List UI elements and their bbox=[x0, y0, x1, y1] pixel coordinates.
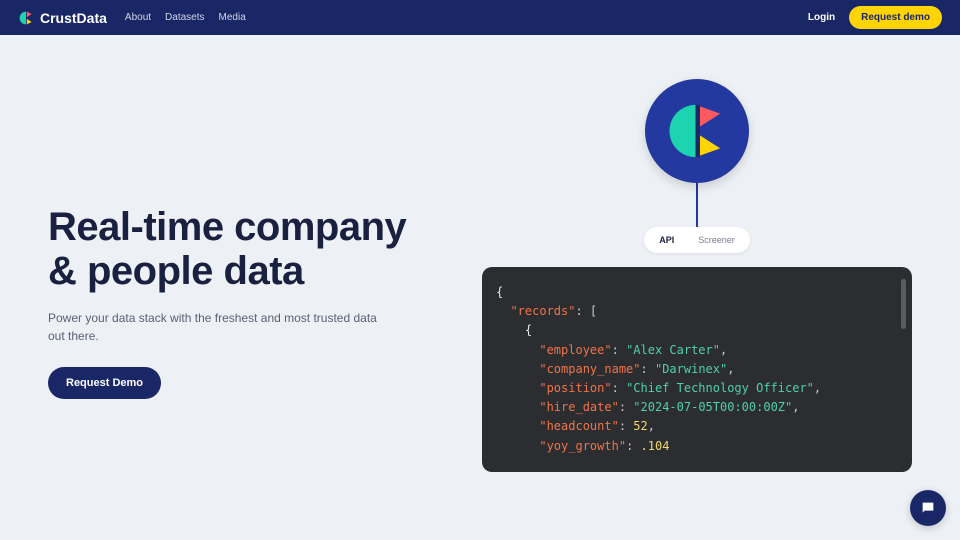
logo-orb bbox=[645, 79, 749, 183]
code-text: { bbox=[496, 285, 503, 299]
scrollbar[interactable] bbox=[901, 279, 906, 329]
chat-icon bbox=[920, 500, 936, 516]
code-text: "Darwinex" bbox=[655, 362, 727, 376]
code-text: "Alex Carter" bbox=[626, 343, 720, 357]
code-text: "headcount" bbox=[539, 419, 618, 433]
code-text: 52 bbox=[633, 419, 647, 433]
main: Real-time company & people data Power yo… bbox=[0, 35, 960, 472]
visual-section: API Screener { "records": [ { "employee"… bbox=[482, 75, 912, 472]
code-text: "Chief Technology Officer" bbox=[626, 381, 814, 395]
logo-icon bbox=[18, 10, 34, 26]
headline-line1: Real-time company bbox=[48, 205, 406, 249]
login-link[interactable]: Login bbox=[808, 12, 835, 23]
nav-about[interactable]: About bbox=[125, 12, 151, 23]
headline-line2: & people data bbox=[48, 249, 304, 293]
code-text: "company_name" bbox=[539, 362, 640, 376]
code-text: "records" bbox=[510, 304, 575, 318]
code-window: { "records": [ { "employee": "Alex Carte… bbox=[482, 267, 912, 472]
orb-logo-icon bbox=[668, 102, 726, 160]
brand-name: CrustData bbox=[40, 10, 107, 26]
header-right: Login Request demo bbox=[808, 6, 942, 29]
code-text: "yoy_growth" bbox=[539, 439, 626, 453]
logo[interactable]: CrustData bbox=[18, 10, 107, 26]
headline: Real-time company & people data bbox=[48, 205, 452, 293]
code-text: : [ bbox=[575, 304, 597, 318]
request-demo-cta[interactable]: Request Demo bbox=[48, 367, 161, 399]
connector-line bbox=[696, 181, 698, 229]
code-text: { bbox=[496, 323, 532, 337]
request-demo-button[interactable]: Request demo bbox=[849, 6, 942, 29]
tab-api[interactable]: API bbox=[647, 230, 686, 250]
code-text: .104 bbox=[641, 439, 670, 453]
header-left: CrustData About Datasets Media bbox=[18, 10, 246, 26]
hero-section: Real-time company & people data Power yo… bbox=[48, 75, 452, 472]
subtext: Power your data stack with the freshest … bbox=[48, 309, 378, 345]
nav-links: About Datasets Media bbox=[125, 12, 246, 23]
code-text: "hire_date" bbox=[539, 400, 618, 414]
code-text: "employee" bbox=[539, 343, 611, 357]
code-text: "2024-07-05T00:00:00Z" bbox=[633, 400, 792, 414]
nav-media[interactable]: Media bbox=[219, 12, 246, 23]
tabs: API Screener bbox=[644, 227, 750, 253]
tab-screener[interactable]: Screener bbox=[686, 230, 747, 250]
chat-widget[interactable] bbox=[910, 490, 946, 526]
nav-datasets[interactable]: Datasets bbox=[165, 12, 204, 23]
header: CrustData About Datasets Media Login Req… bbox=[0, 0, 960, 35]
code-text: "position" bbox=[539, 381, 611, 395]
